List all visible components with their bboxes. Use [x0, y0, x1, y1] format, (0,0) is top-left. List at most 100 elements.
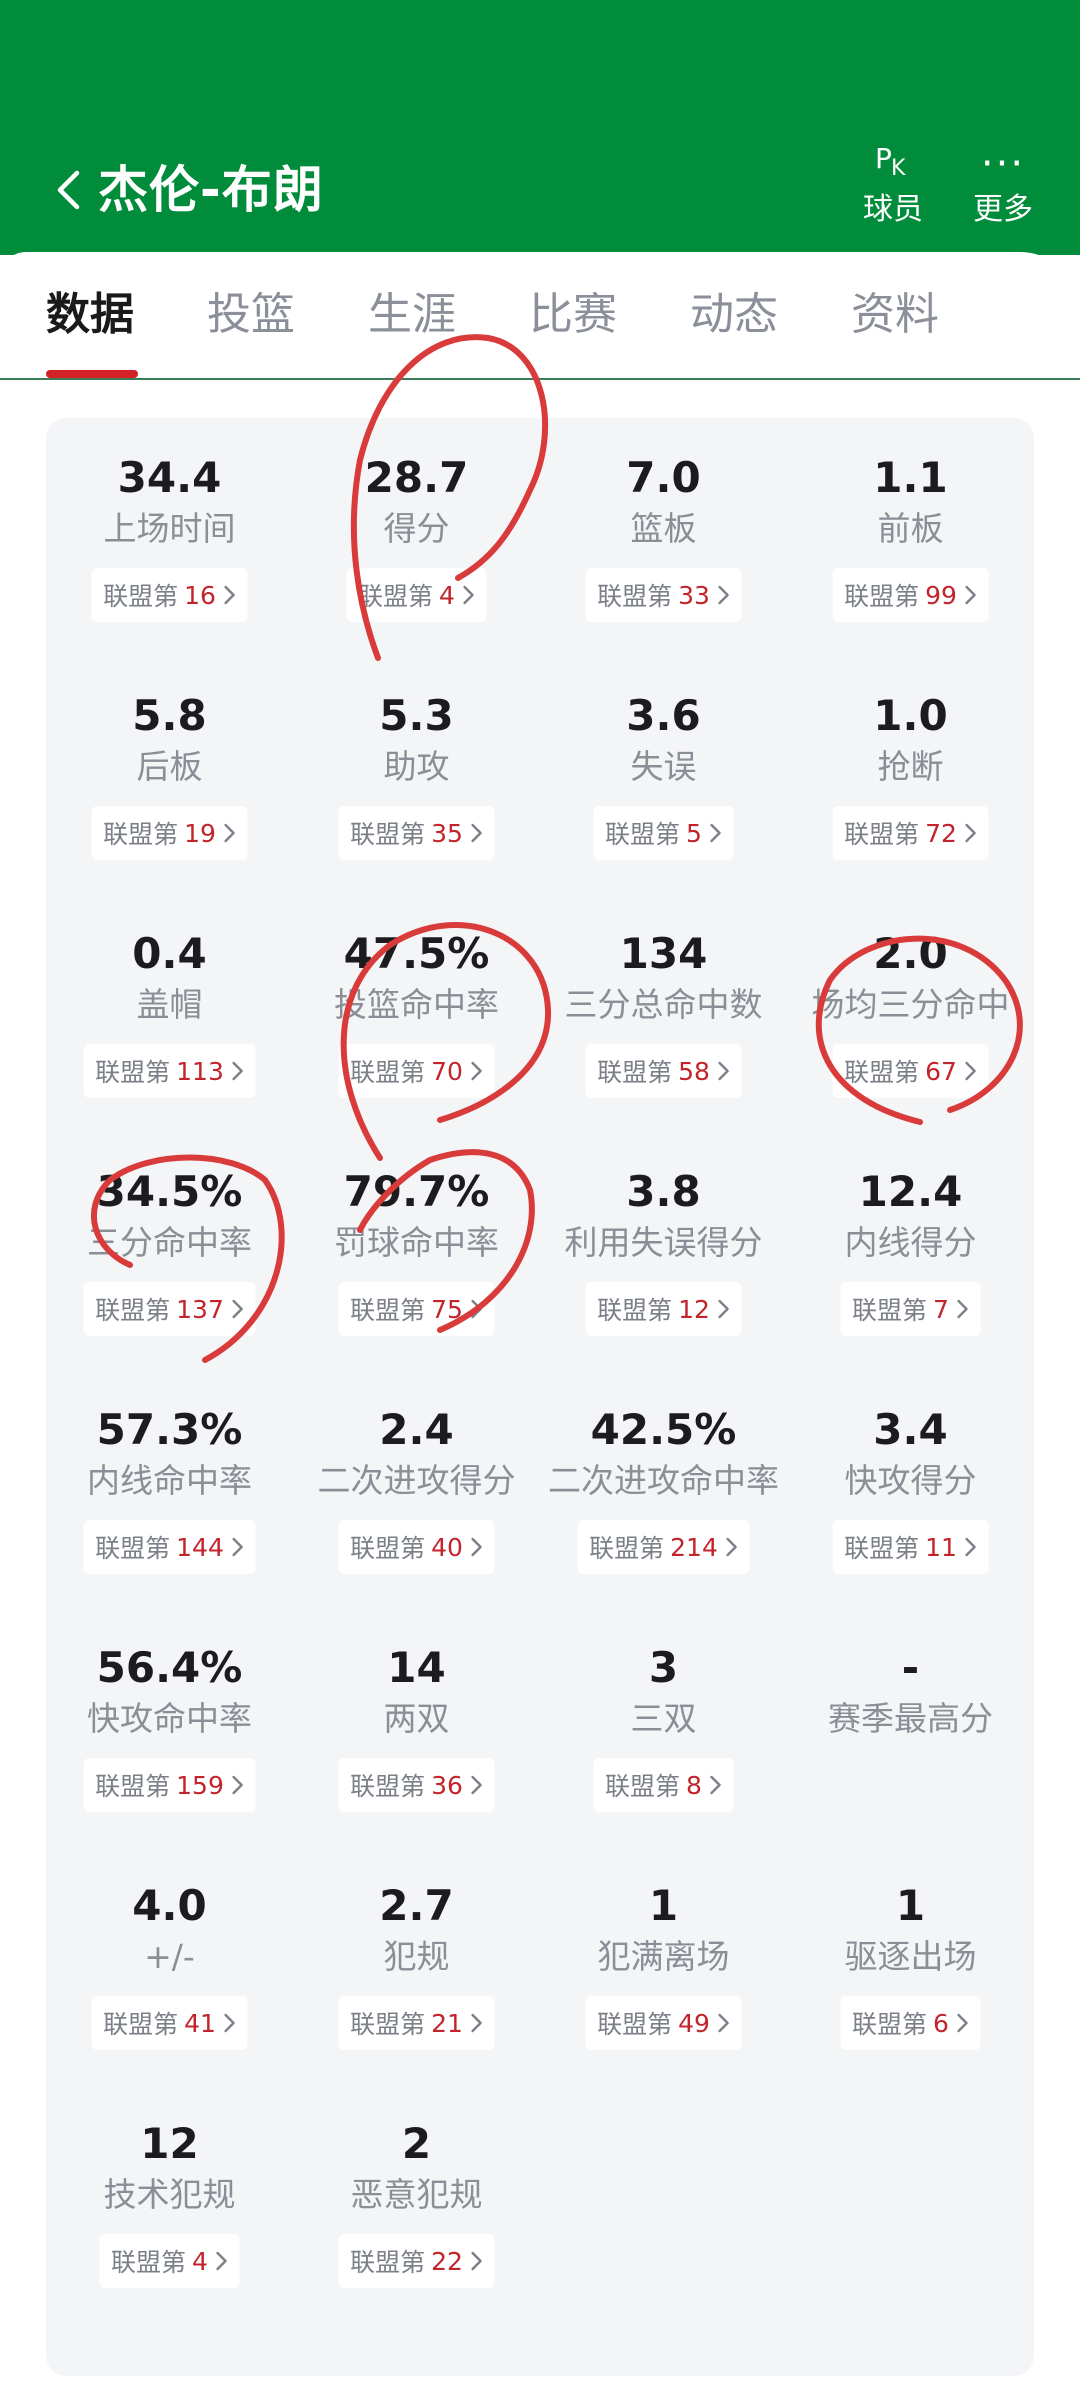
stat-cell: 3.8 利用失误得分 联盟第 12 — [540, 1132, 787, 1370]
tab-news[interactable]: 动态 — [690, 282, 778, 352]
rank-prefix: 联盟第 — [605, 1772, 681, 1801]
more-button[interactable]: ··· 更多 — [948, 140, 1058, 230]
league-rank-button[interactable]: 联盟第 40 — [338, 1520, 495, 1574]
content-area: 数据 投篮 生涯 比赛 动态 资料 34.4 上场时间 联盟第 16 28.7 得分 联盟第… — [0, 252, 1080, 2400]
rank-number: 7 — [933, 1294, 949, 1324]
tab-profile[interactable]: 资料 — [851, 282, 939, 352]
league-rank-button[interactable]: 联盟第 41 — [91, 1996, 248, 2050]
league-rank-button[interactable]: 联盟第 11 — [832, 1520, 989, 1574]
chevron-right-icon — [718, 1061, 730, 1081]
pk-player-button[interactable]: PK 球员 — [838, 140, 948, 230]
league-rank-button[interactable]: 联盟第 33 — [585, 568, 742, 622]
stat-name: 抢断 — [877, 747, 944, 786]
chevron-right-icon — [471, 1775, 483, 1795]
player-name-title: 杰伦-布朗 — [98, 161, 324, 219]
league-rank-button[interactable]: 联盟第 6 — [840, 1996, 981, 2050]
league-rank-button[interactable]: 联盟第 22 — [338, 2234, 495, 2288]
league-rank-button[interactable]: 联盟第 12 — [585, 1282, 742, 1336]
stat-cell: 5.3 助攻联盟第 35 — [293, 656, 540, 894]
stat-name: 二次进攻命中率 — [548, 1461, 779, 1500]
stat-name: 两双 — [383, 1699, 450, 1738]
league-rank-button[interactable]: 联盟第 35 — [338, 806, 495, 860]
league-rank-button[interactable]: 联盟第 144 — [83, 1520, 256, 1574]
rank-number: 33 — [678, 580, 710, 610]
stat-cell: 2.4 二次进攻得分联盟第 40 — [293, 1370, 540, 1608]
stat-cell: 3.6 失误 联盟第 5 — [540, 656, 787, 894]
league-rank-button[interactable]: 联盟第 4 — [99, 2234, 240, 2288]
tab-data[interactable]: 数据 — [46, 282, 134, 352]
stat-value: 12.4 — [858, 1167, 963, 1216]
rank-number: 72 — [925, 818, 957, 848]
rank-number: 19 — [184, 818, 216, 848]
rank-prefix: 联盟第 — [597, 1296, 673, 1325]
league-rank-button[interactable]: 联盟第 99 — [832, 568, 989, 622]
rank-prefix: 联盟第 — [350, 1058, 426, 1087]
stat-name: 罚球命中率 — [334, 1223, 499, 1262]
stat-name: 快攻得分 — [844, 1461, 977, 1500]
rank-number: 6 — [933, 2008, 949, 2038]
chevron-right-icon — [224, 2013, 236, 2033]
stat-cell: 4.0 +/- 联盟第 41 — [46, 1846, 293, 2084]
stat-cell: 2.7 犯规 联盟第 21 — [293, 1846, 540, 2084]
stat-cell: 1 驱逐出场 联盟第 6 — [787, 1846, 1034, 2084]
chevron-right-icon — [471, 2251, 483, 2271]
stat-cell: 134 三分总命中数 联盟第 58 — [540, 894, 787, 1132]
league-rank-button[interactable]: 联盟第 72 — [832, 806, 989, 860]
league-rank-button[interactable]: 联盟第 5 — [593, 806, 734, 860]
league-rank-button[interactable]: 联盟第 113 — [83, 1044, 256, 1098]
rank-number: 8 — [686, 1770, 702, 1800]
league-rank-button[interactable]: 联盟第 49 — [585, 1996, 742, 2050]
chevron-right-icon — [957, 1299, 969, 1319]
league-rank-button[interactable]: 联盟第 214 — [577, 1520, 750, 1574]
rank-prefix: 联盟第 — [350, 820, 426, 849]
stat-name: 二次进攻得分 — [317, 1461, 516, 1500]
back-button[interactable] — [48, 162, 88, 218]
rank-number: 5 — [686, 818, 702, 848]
tab-career[interactable]: 生涯 — [368, 282, 456, 352]
rank-number: 144 — [176, 1532, 224, 1562]
stat-value: 5.3 — [379, 691, 454, 740]
stat-name: 失误 — [630, 747, 697, 786]
stat-value: 42.5% — [590, 1405, 737, 1454]
league-rank-button[interactable]: 联盟第 58 — [585, 1044, 742, 1098]
stat-name: 后板 — [136, 747, 203, 786]
league-rank-button[interactable]: 联盟第 21 — [338, 1996, 495, 2050]
league-rank-button[interactable]: 联盟第 4 — [346, 568, 487, 622]
rank-prefix: 联盟第 — [95, 1772, 171, 1801]
stat-cell: 1.1 前板 联盟第 99 — [787, 418, 1034, 656]
chevron-right-icon — [471, 2013, 483, 2033]
league-rank-button[interactable]: 联盟第 16 — [91, 568, 248, 622]
league-rank-button[interactable]: 联盟第 7 — [840, 1282, 981, 1336]
league-rank-button[interactable]: 联盟第 70 — [338, 1044, 495, 1098]
chevron-right-icon — [471, 1061, 483, 1081]
stat-name: 技术犯规 — [103, 2175, 236, 2214]
league-rank-button[interactable]: 联盟第 159 — [83, 1758, 256, 1812]
league-rank-button[interactable]: 联盟第 137 — [83, 1282, 256, 1336]
tab-shooting[interactable]: 投篮 — [207, 282, 295, 352]
tab-bar: 数据 投篮 生涯 比赛 动态 资料 — [0, 252, 1080, 380]
league-rank-button[interactable]: 联盟第 36 — [338, 1758, 495, 1812]
rank-number: 70 — [431, 1056, 463, 1086]
tab-games[interactable]: 比赛 — [529, 282, 617, 352]
rank-number: 58 — [678, 1056, 710, 1086]
league-rank-button[interactable]: 联盟第 75 — [338, 1282, 495, 1336]
chevron-right-icon — [726, 1537, 738, 1557]
league-rank-button[interactable]: 联盟第 8 — [593, 1758, 734, 1812]
stat-name: 犯满离场 — [597, 1937, 730, 1976]
rank-prefix: 联盟第 — [597, 2010, 673, 2039]
stat-name: 助攻 — [383, 747, 450, 786]
stat-value: 3 — [648, 1643, 679, 1692]
stat-value: 3.4 — [873, 1405, 948, 1454]
chevron-right-icon — [471, 1299, 483, 1319]
stat-value: 2.4 — [379, 1405, 454, 1454]
chevron-right-icon — [710, 1775, 722, 1795]
league-rank-button[interactable]: 联盟第 19 — [91, 806, 248, 860]
rank-prefix: 联盟第 — [597, 582, 673, 611]
rank-number: 49 — [678, 2008, 710, 2038]
stat-name: 场均三分命中 — [811, 985, 1010, 1024]
league-rank-button[interactable]: 联盟第 67 — [832, 1044, 989, 1098]
stat-value: 34.4 — [117, 453, 222, 502]
stat-value: 1 — [648, 1881, 679, 1930]
more-button-label: 更多 — [973, 192, 1033, 227]
rank-number: 4 — [192, 2246, 208, 2276]
